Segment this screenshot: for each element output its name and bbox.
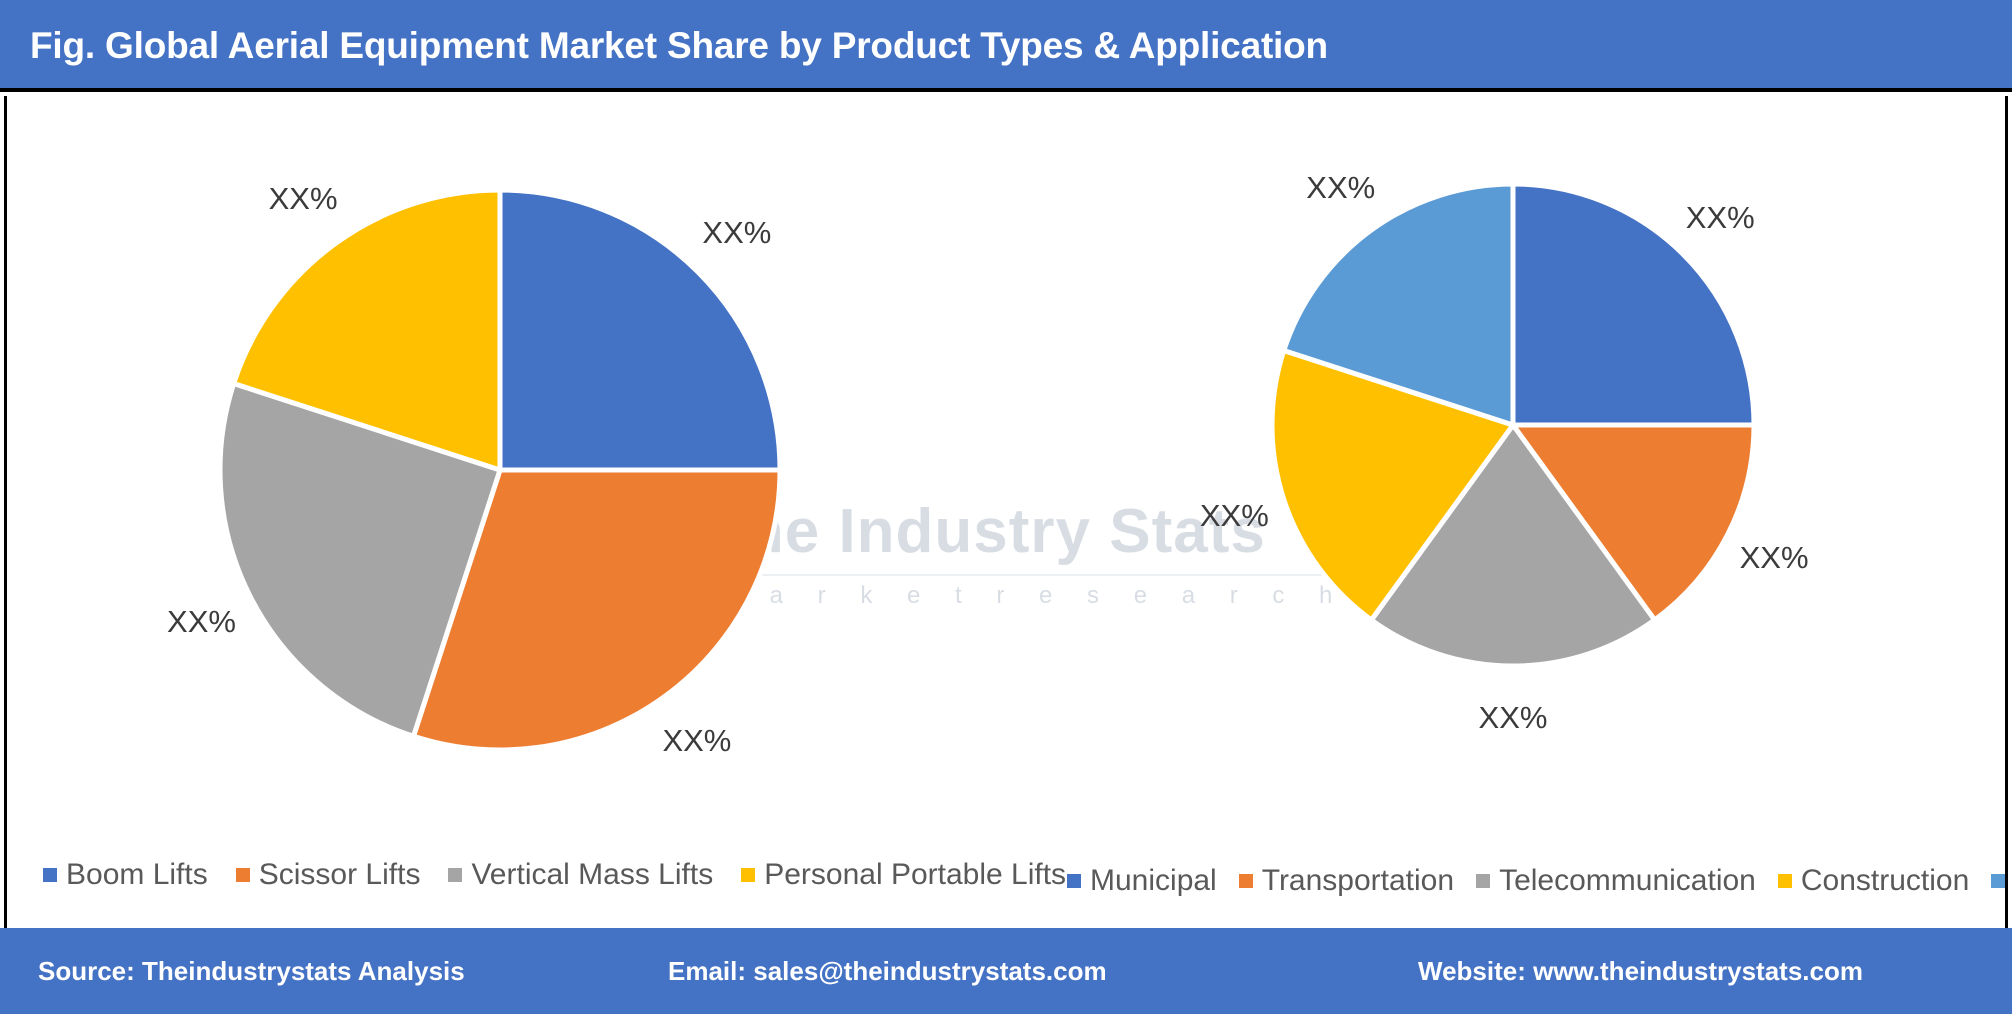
pie-slice-value-label: XX% (1739, 540, 1809, 576)
market-share-figure: Fig. Global Aerial Equipment Market Shar… (0, 0, 2012, 1014)
legend-label: Municipal (1090, 864, 1217, 897)
pie-slice-value-label: XX% (1478, 700, 1548, 735)
legend-swatch-icon (43, 868, 57, 882)
legend-label: Scissor Lifts (258, 858, 421, 891)
figure-footer-bar: Source: Theindustrystats Analysis Email:… (0, 928, 2012, 1014)
legend-swatch-icon (1777, 874, 1792, 888)
pie-slice-value-label: XX% (1685, 199, 1755, 235)
pie-slice-value-label: XX% (1199, 497, 1269, 533)
pie-chart-product-types (217, 187, 783, 753)
legend-swatch-icon (1238, 874, 1253, 888)
watermark-tagline: m a r k e t r e s e a r c h (715, 582, 1347, 609)
footer-source: Source: Theindustrystats Analysis (38, 956, 465, 986)
pie-slice-value-label: XX% (1306, 169, 1376, 205)
legend-label: Vertical Mass Lifts (471, 858, 714, 891)
legend-swatch-icon (1991, 874, 2005, 888)
legend-item[interactable]: Municipal (1067, 864, 1217, 898)
legend-label: Boom Lifts (66, 858, 208, 891)
figure-header-bar: Fig. Global Aerial Equipment Market Shar… (0, 0, 2012, 92)
footer-website[interactable]: Website: www.theindustrystats.com (1418, 928, 1863, 1014)
legend-item[interactable]: Transportation (1238, 864, 1455, 898)
pie-chart-application (1269, 181, 1757, 669)
footer-email[interactable]: Email: sales@theindustrystats.com (668, 928, 1107, 1014)
legend-swatch-icon (1476, 874, 1491, 888)
legend-swatch-icon (1067, 874, 1081, 888)
legend-item[interactable]: Boom Lifts (43, 858, 208, 892)
pie-slice-value-label: XX% (167, 604, 236, 640)
legend-swatch-icon (235, 868, 250, 882)
page-title: Fig. Global Aerial Equipment Market Shar… (30, 25, 1328, 66)
pie-slice-value-label: XX% (662, 723, 732, 759)
legend-label: Construction (1800, 864, 1970, 897)
legend-swatch-icon (448, 868, 463, 882)
legend-label: Telecommunication (1499, 864, 1756, 897)
legend-label: Transportation (1261, 864, 1455, 897)
legend-item[interactable]: Others (1991, 864, 2005, 898)
pie-slice-value-label: XX% (268, 180, 338, 216)
pie-slice-value-label: XX% (702, 215, 772, 251)
chart-plot-area: The Industry Stats m a r k e t r e s e a… (4, 96, 2008, 928)
legend-item[interactable]: Construction (1777, 864, 1970, 898)
legend-label: Personal Portable Lifts (764, 858, 1067, 891)
legend-item[interactable]: Vertical Mass Lifts (448, 858, 713, 892)
legend-item[interactable]: Personal Portable Lifts (741, 858, 1066, 892)
legend-product-types: Boom Lifts Scissor Lifts Vertical Mass Lif… (43, 858, 1094, 892)
legend-swatch-icon (741, 868, 756, 882)
legend-item[interactable]: Telecommunication (1476, 864, 1756, 898)
legend-item[interactable]: Scissor Lifts (235, 858, 421, 892)
watermark-brand: The Industry Stats (707, 497, 1266, 566)
legend-application: Municipal Transportation Telecommunication… (1067, 864, 2005, 898)
